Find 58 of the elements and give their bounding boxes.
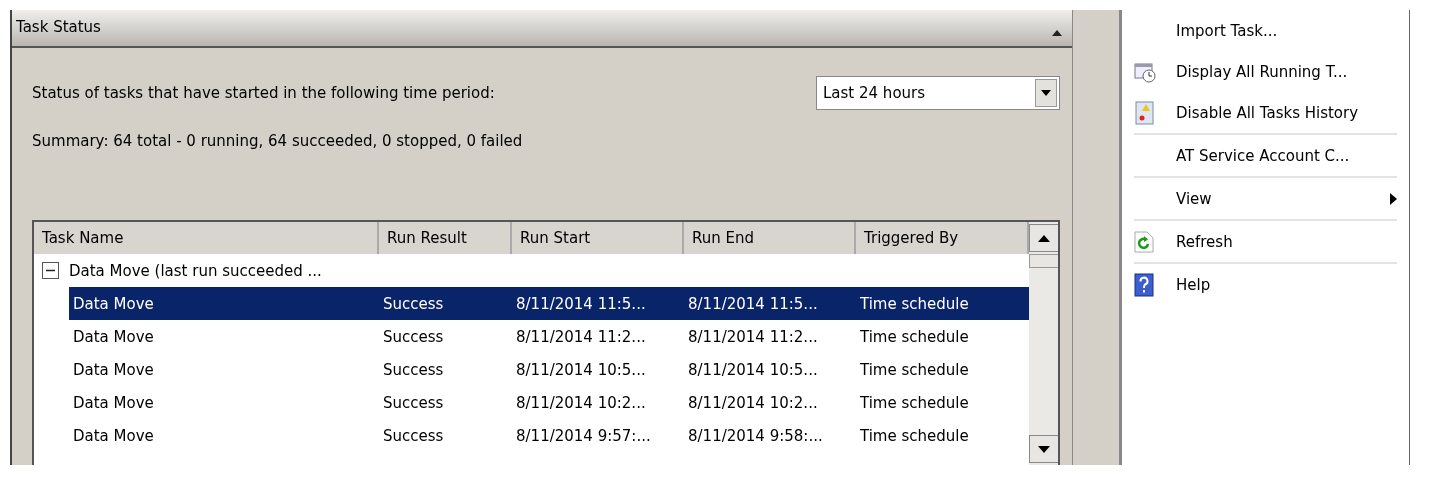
table-cell-text: Success bbox=[382, 360, 445, 379]
document-icon bbox=[1134, 100, 1156, 125]
action-item[interactable]: AT Service Account C... bbox=[1134, 135, 1397, 178]
action-item[interactable]: Refresh bbox=[1134, 221, 1397, 264]
column-header[interactable]: Run End bbox=[684, 222, 856, 254]
dropdown-arrow-icon[interactable] bbox=[1041, 90, 1051, 96]
table-cell-text: 8/11/2014 10:5... bbox=[515, 360, 647, 379]
action-item[interactable]: Help bbox=[1134, 264, 1397, 305]
action-item[interactable]: Import Task... bbox=[1134, 10, 1397, 51]
action-item[interactable]: View bbox=[1134, 178, 1397, 221]
collapse-icon[interactable] bbox=[1052, 30, 1062, 36]
scrollbar[interactable] bbox=[1029, 222, 1058, 465]
table-cell-text: Success bbox=[382, 327, 445, 346]
table-cell-text: Time schedule bbox=[859, 393, 970, 412]
table-cell-text: Data Move bbox=[72, 393, 155, 412]
help-icon bbox=[1134, 272, 1154, 297]
period-label: Status of tasks that have started in the following time period: bbox=[32, 84, 495, 102]
table-cell-text: Data Move bbox=[72, 360, 155, 379]
column-header[interactable]: Run Start bbox=[512, 222, 684, 254]
table-cell-text: Time schedule bbox=[859, 360, 970, 379]
table-row[interactable]: Data Move Success 8/11/2014 11:2... 8/11/2014 11:2... Time schedule bbox=[69, 320, 1029, 353]
table-row[interactable]: Data Move Success 8/11/2014 11:5... 8/11/2014 11:5... Time schedule bbox=[69, 287, 1029, 320]
table-cell-text: 8/11/2014 11:5... bbox=[687, 294, 819, 313]
table-cell-text: 8/11/2014 11:2... bbox=[515, 327, 647, 346]
submenu-arrow-icon bbox=[1390, 192, 1397, 205]
table-cell-text: Data Move bbox=[72, 294, 155, 313]
clock-window-icon bbox=[1134, 60, 1156, 83]
table-cell-text: Success bbox=[382, 393, 445, 412]
scroll-up-icon[interactable] bbox=[1038, 234, 1050, 242]
group-label[interactable]: Data Move (last run succeeded ... bbox=[69, 261, 322, 280]
table-cell-text: Time schedule bbox=[859, 426, 970, 445]
scroll-down-icon[interactable] bbox=[1038, 445, 1050, 453]
action-item[interactable]: Disable All Tasks History bbox=[1134, 92, 1397, 135]
table-cell-text: Time schedule bbox=[859, 294, 970, 313]
period-dropdown[interactable]: Last 24 hours bbox=[816, 76, 1060, 110]
table-row[interactable]: Data Move Success 8/11/2014 10:5... 8/11/2014 10:5... Time schedule bbox=[69, 353, 1029, 386]
table-cell-text: Data Move bbox=[72, 327, 155, 346]
panel-title: Task Status bbox=[16, 18, 101, 36]
table-cell-text: Time schedule bbox=[859, 327, 970, 346]
table-cell-text: 8/11/2014 10:2... bbox=[515, 393, 647, 412]
table-cell-text: Data Move bbox=[72, 426, 155, 445]
column-header[interactable]: Run Result bbox=[379, 222, 512, 254]
refresh-icon bbox=[1134, 230, 1154, 253]
column-header[interactable]: Task Name bbox=[34, 222, 379, 254]
table-row[interactable]: Data Move Success 8/11/2014 10:2... 8/11/2014 10:2... Time schedule bbox=[69, 386, 1029, 419]
table-cell-text: 8/11/2014 9:57:... bbox=[515, 426, 652, 445]
table-cell-text: 8/11/2014 9:58:... bbox=[687, 426, 824, 445]
summary-text: Summary: 64 total - 0 running, 64 succeeded, 0 stopped, 0 failed bbox=[32, 132, 524, 150]
table-row[interactable]: Data Move Success 8/11/2014 9:57:... 8/11/2014 9:58:... Time schedule bbox=[69, 419, 1029, 452]
action-item[interactable]: Display All Running T... bbox=[1134, 51, 1397, 92]
scroll-thumb[interactable] bbox=[1029, 254, 1058, 268]
table-cell-text: 8/11/2014 11:5... bbox=[515, 294, 647, 313]
collapse-icon[interactable] bbox=[42, 262, 59, 279]
table-cell-text: 8/11/2014 10:2... bbox=[687, 393, 819, 412]
table-cell-text: Success bbox=[382, 294, 445, 313]
table-cell-text: 8/11/2014 11:2... bbox=[687, 327, 819, 346]
table-cell-text: 8/11/2014 10:5... bbox=[687, 360, 819, 379]
table-cell-text: Success bbox=[382, 426, 445, 445]
